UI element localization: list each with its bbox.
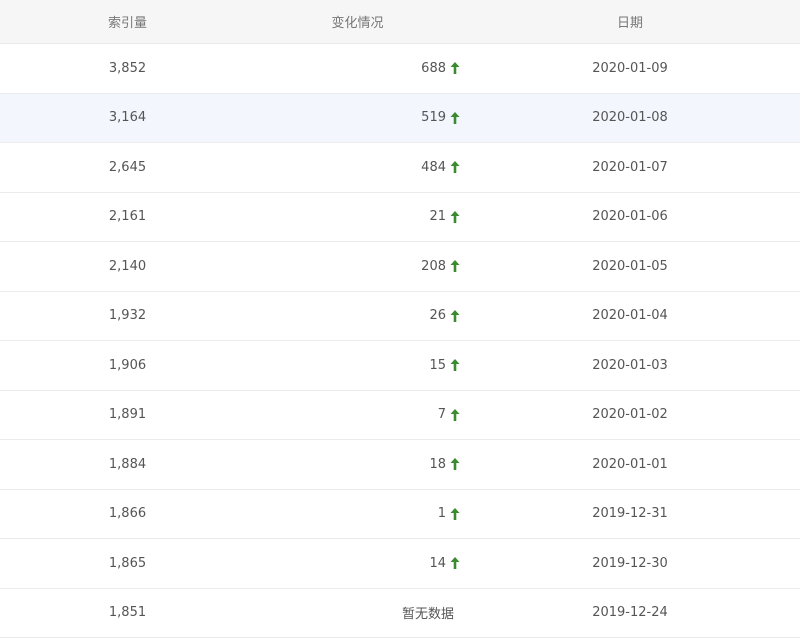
change-value: 688: [421, 60, 446, 76]
up-arrow-icon: [450, 458, 460, 471]
up-arrow-icon: [450, 359, 460, 372]
change-value-group: 21: [429, 209, 460, 224]
index-count-cell: 1,932: [0, 291, 255, 341]
change-value: 484: [421, 159, 446, 175]
index-count-cell: 1,851: [0, 588, 255, 638]
up-arrow-icon: [450, 309, 460, 322]
date-cell: 2019-12-24: [460, 588, 800, 638]
table-row[interactable]: 1,851 暂无数据 2019-12-24: [0, 588, 800, 638]
table-row[interactable]: 1,891 7 2020-01-02: [0, 390, 800, 440]
index-count-cell: 1,906: [0, 340, 255, 391]
no-data-label: 暂无数据: [401, 607, 454, 623]
change-value: 1: [437, 506, 446, 522]
column-header-date[interactable]: 日期: [460, 0, 800, 44]
up-arrow-icon: [450, 62, 460, 75]
table-row[interactable]: 2,645 484 2020-01-07: [0, 142, 800, 193]
column-header-change[interactable]: 变化情况: [255, 0, 460, 44]
table-row[interactable]: 3,164 519 2020-01-08: [0, 93, 800, 143]
up-arrow-icon: [450, 408, 460, 421]
date-cell: 2020-01-08: [460, 93, 800, 143]
table-row[interactable]: 1,884 18 2020-01-01: [0, 439, 800, 490]
index-count-cell: 2,140: [0, 241, 255, 292]
table-row[interactable]: 1,906 15 2020-01-03: [0, 340, 800, 391]
index-count-cell: 2,645: [0, 142, 255, 193]
change-value-group: 14: [429, 556, 460, 571]
change-value: 7: [437, 407, 446, 423]
date-cell: 2020-01-09: [460, 43, 800, 94]
table-row[interactable]: 2,140 208 2020-01-05: [0, 241, 800, 292]
date-cell: 2020-01-07: [460, 142, 800, 193]
up-arrow-icon: [450, 210, 460, 223]
index-count-cell: 3,164: [0, 93, 255, 143]
change-value: 208: [421, 258, 446, 274]
change-cell: 暂无数据: [255, 588, 460, 638]
change-value-group: 1: [438, 506, 460, 521]
change-cell: 688: [255, 43, 460, 94]
change-value: 519: [421, 110, 446, 126]
change-value-group: 208: [421, 259, 460, 274]
table-row[interactable]: 1,866 1 2019-12-31: [0, 489, 800, 539]
change-cell: 21: [255, 192, 460, 242]
up-arrow-icon: [450, 111, 460, 124]
column-header-index[interactable]: 索引量: [0, 0, 255, 44]
table-row[interactable]: 3,852 688 2020-01-09: [0, 43, 800, 94]
up-arrow-icon: [450, 507, 460, 520]
change-value: 14: [429, 555, 446, 571]
up-arrow-icon: [450, 260, 460, 273]
table-row[interactable]: 1,932 26 2020-01-04: [0, 291, 800, 341]
change-cell: 15: [255, 340, 460, 391]
index-count-cell: 1,891: [0, 390, 255, 440]
date-cell: 2020-01-02: [460, 390, 800, 440]
change-value: 18: [429, 456, 446, 472]
index-count-cell: 2,161: [0, 192, 255, 242]
change-cell: 26: [255, 291, 460, 341]
change-cell: 14: [255, 538, 460, 589]
change-value: 15: [429, 357, 446, 373]
change-value-group: 519: [421, 110, 460, 125]
table-row[interactable]: 2,161 21 2020-01-06: [0, 192, 800, 242]
change-value-group: 15: [429, 358, 460, 373]
index-count-cell: 3,852: [0, 43, 255, 94]
up-arrow-icon: [450, 161, 460, 174]
index-volume-table: 索引量 变化情况 日期 3,852 688 2020-01-09 3,164 519 20…: [0, 0, 800, 638]
change-cell: 18: [255, 439, 460, 490]
change-cell: 1: [255, 489, 460, 539]
change-cell: 484: [255, 142, 460, 193]
date-cell: 2020-01-01: [460, 439, 800, 490]
date-cell: 2020-01-06: [460, 192, 800, 242]
change-value-group: 484: [421, 160, 460, 175]
change-cell: 519: [255, 93, 460, 143]
date-cell: 2019-12-31: [460, 489, 800, 539]
date-cell: 2020-01-05: [460, 241, 800, 292]
index-count-cell: 1,865: [0, 538, 255, 589]
change-value: 21: [429, 209, 446, 225]
table-header-row: 索引量 变化情况 日期: [0, 0, 800, 44]
date-cell: 2020-01-04: [460, 291, 800, 341]
change-value-group: 26: [429, 308, 460, 323]
up-arrow-icon: [450, 557, 460, 570]
index-count-cell: 1,866: [0, 489, 255, 539]
date-cell: 2020-01-03: [460, 340, 800, 391]
change-value-group: 18: [429, 457, 460, 472]
change-value-group: 688: [421, 61, 460, 76]
index-count-cell: 1,884: [0, 439, 255, 490]
change-cell: 7: [255, 390, 460, 440]
date-cell: 2019-12-30: [460, 538, 800, 589]
change-cell: 208: [255, 241, 460, 292]
change-value-group: 7: [438, 407, 460, 422]
table-row[interactable]: 1,865 14 2019-12-30: [0, 538, 800, 589]
change-value: 26: [429, 308, 446, 324]
